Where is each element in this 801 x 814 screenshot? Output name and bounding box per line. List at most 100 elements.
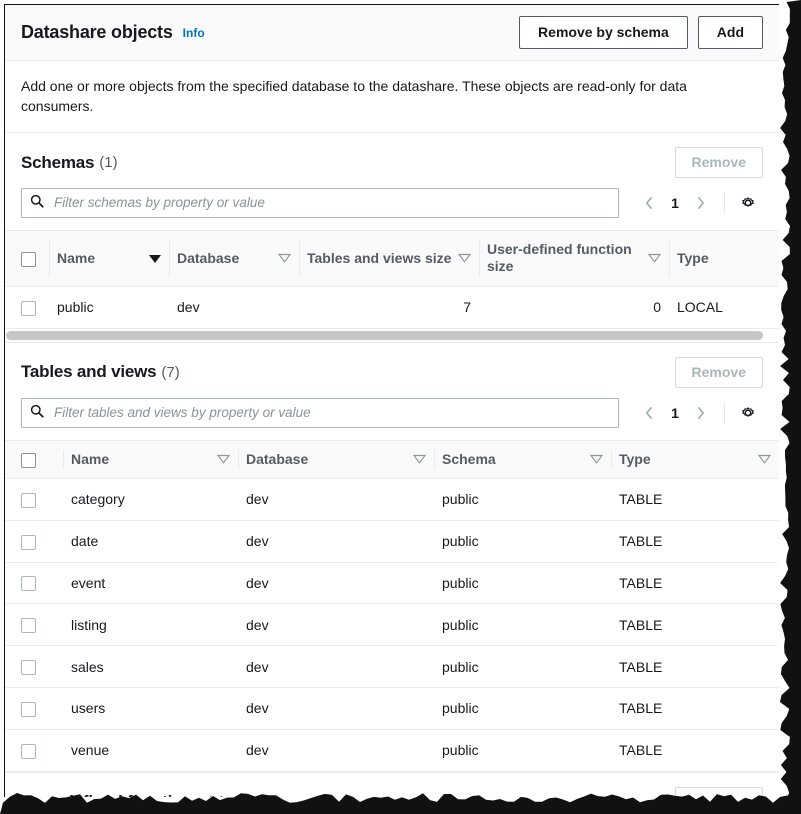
cell-type: TABLE — [611, 603, 779, 647]
schemas-col-tables-views-size[interactable]: Tables and views size — [299, 229, 479, 287]
tables-and-views-remove-button[interactable]: Remove — [674, 356, 763, 388]
sort-icon[interactable] — [412, 454, 427, 465]
schemas-col-type[interactable]: Type — [669, 229, 779, 287]
cell-database: dev — [238, 603, 434, 647]
row-select-cell — [5, 562, 63, 605]
row-select-cell — [5, 520, 63, 563]
chevron-right-icon[interactable] — [688, 190, 714, 216]
sort-icon[interactable] — [457, 253, 472, 264]
cell-name: category — [63, 478, 238, 521]
table-row[interactable]: users dev public TABLE — [5, 687, 779, 730]
tables-and-views-col-database[interactable]: Database — [238, 439, 434, 480]
chevron-right-icon[interactable] — [688, 400, 714, 426]
cell-database: dev — [238, 562, 434, 605]
schemas-remove-button[interactable]: Remove — [674, 147, 763, 178]
schemas-cell-type: LOCAL — [669, 286, 779, 329]
row-checkbox[interactable] — [21, 576, 36, 592]
cell-name: sales — [63, 645, 238, 689]
schemas-page-number[interactable]: 1 — [664, 195, 686, 211]
sort-icon[interactable] — [277, 253, 292, 264]
sort-descending-icon[interactable] — [149, 250, 161, 266]
tables-and-views-select-all-checkbox[interactable] — [21, 452, 36, 468]
schemas-col-name-label: Name — [57, 249, 96, 266]
row-checkbox[interactable] — [21, 660, 36, 676]
table-row[interactable]: venue dev public TABLE — [5, 729, 779, 772]
cell-type: TABLE — [611, 478, 779, 521]
tables-and-views-col-type-label: Type — [619, 450, 651, 467]
remove-by-schema-button[interactable]: Remove by schema — [519, 16, 688, 49]
user-defined-functions-header: User-defined functions (0) Remove — [5, 773, 779, 797]
tables-and-views-search-input[interactable] — [52, 404, 610, 422]
row-checkbox[interactable] — [21, 300, 36, 316]
schemas-col-database[interactable]: Database — [169, 229, 299, 287]
row-checkbox[interactable] — [21, 701, 36, 717]
tables-and-views-table: Name Database Schema Type category dev p… — [5, 439, 779, 772]
cell-name: date — [63, 520, 238, 563]
schemas-col-name[interactable]: Name — [49, 229, 169, 287]
tables-and-views-search-box[interactable] — [21, 397, 619, 428]
tables-and-views-col-schema[interactable]: Schema — [434, 439, 611, 480]
cell-type: TABLE — [611, 687, 779, 730]
schemas-table-header-row: Name Database Tables and views size User… — [5, 229, 779, 287]
tables-and-views-col-type[interactable]: Type — [611, 439, 779, 480]
cell-type: TABLE — [611, 729, 779, 772]
row-select-cell — [5, 645, 63, 689]
tables-and-views-toolbar: 1 — [5, 394, 779, 440]
schemas-table: Name Database Tables and views size User… — [5, 229, 779, 329]
table-row[interactable]: event dev public TABLE — [5, 562, 779, 605]
table-row[interactable]: sales dev public TABLE — [5, 645, 779, 689]
page-title: Datashare objects — [21, 22, 173, 42]
chevron-left-icon[interactable] — [636, 190, 662, 216]
info-link[interactable]: Info — [183, 26, 205, 40]
cell-database: dev — [238, 478, 434, 521]
tables-and-views-page-number[interactable]: 1 — [664, 405, 686, 421]
tables-and-views-section: Tables and views (7) Remove Filter table… — [5, 341, 779, 772]
schemas-col-tables-views-size-label: Tables and views size — [307, 249, 452, 266]
tables-and-views-col-database-label: Database — [246, 450, 309, 467]
table-row[interactable]: date dev public TABLE — [5, 520, 779, 563]
table-row[interactable]: category dev public TABLE — [5, 478, 779, 521]
row-select-cell — [5, 687, 63, 730]
gear-icon[interactable] — [735, 190, 761, 216]
cell-database: dev — [238, 645, 434, 689]
row-select-cell — [5, 478, 63, 521]
cell-schema: public — [434, 603, 611, 647]
schemas-select-all-checkbox[interactable] — [21, 251, 36, 267]
schemas-col-database-label: Database — [177, 249, 240, 266]
table-row[interactable]: public dev 7 0 LOCAL — [5, 286, 779, 329]
sort-icon[interactable] — [589, 454, 604, 465]
cell-database: dev — [238, 729, 434, 772]
cell-type: TABLE — [611, 562, 779, 605]
pagination-divider — [724, 401, 725, 424]
cell-schema: public — [434, 562, 611, 605]
sort-icon[interactable] — [216, 454, 231, 465]
sort-icon[interactable] — [757, 454, 772, 465]
schemas-horizontal-scrollbar[interactable] — [5, 328, 779, 342]
cell-schema: public — [434, 520, 611, 563]
table-row[interactable]: listing dev public TABLE — [5, 603, 779, 647]
row-select-cell — [5, 729, 63, 772]
gear-icon[interactable] — [735, 400, 761, 426]
user-defined-functions-remove-button[interactable]: Remove — [674, 786, 763, 797]
row-checkbox[interactable] — [21, 743, 36, 759]
tables-and-views-col-name[interactable]: Name — [63, 439, 238, 480]
row-checkbox[interactable] — [21, 534, 36, 550]
tables-and-views-col-schema-label: Schema — [442, 450, 496, 467]
schemas-title: Schemas — [21, 152, 95, 172]
add-button[interactable]: Add — [697, 16, 763, 49]
schemas-search-input[interactable] — [52, 194, 610, 212]
schemas-col-udf-size[interactable]: User-defined function size — [479, 229, 669, 287]
chevron-left-icon[interactable] — [636, 400, 662, 426]
sort-icon[interactable] — [647, 253, 662, 264]
schemas-pagination: 1 — [636, 190, 763, 216]
schemas-row-select-cell — [5, 286, 49, 329]
tables-and-views-body: category dev public TABLE date dev public TABLE… — [5, 478, 779, 772]
cell-database: dev — [238, 520, 434, 563]
row-checkbox[interactable] — [21, 492, 36, 508]
row-checkbox[interactable] — [21, 618, 36, 634]
tables-and-views-pagination: 1 — [636, 400, 763, 426]
scrollbar-thumb[interactable] — [6, 330, 763, 340]
tables-and-views-actions: Remove — [674, 356, 763, 388]
user-defined-functions-title: User-defined functions — [21, 792, 202, 797]
schemas-search-box[interactable] — [21, 187, 619, 218]
